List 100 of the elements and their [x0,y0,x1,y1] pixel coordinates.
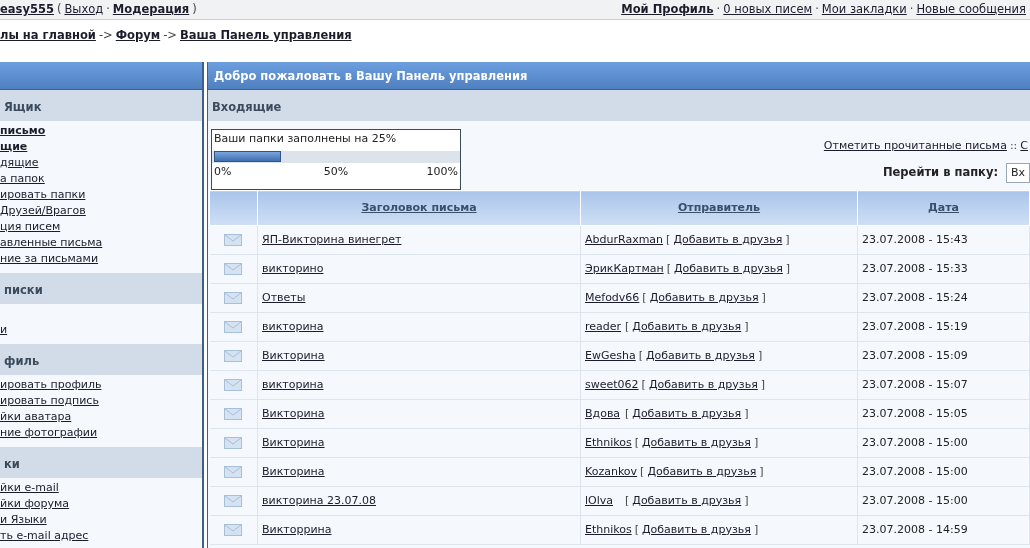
sidebar-link[interactable]: ировать профиль [0,377,202,393]
envelope-icon [224,349,243,362]
add-friend-link[interactable]: Добавить в друзья [647,464,757,478]
sidebar-link[interactable]: йки форума [0,496,202,512]
sidebar-link[interactable]: а папок [0,171,202,187]
sender-link[interactable]: reader [585,318,622,336]
sidebar-link[interactable]: ция писем [0,219,202,235]
message-date: 23.07.2008 - 15:05 [862,406,968,420]
bracket: [ [641,377,646,391]
sidebar-link[interactable]: йки e-mail [0,480,202,496]
add-friend-link[interactable]: Добавить в друзья [632,493,742,507]
message-title[interactable]: Викторина [262,464,325,478]
message-date: 23.07.2008 - 15:19 [862,319,968,333]
section-title: писки [0,273,202,304]
bracket: [ [625,493,630,507]
sidebar-link[interactable]: йки аватара [0,409,202,425]
sender-link[interactable]: Kozankov [585,463,638,481]
scale-label: 100% [425,163,459,180]
message-date: 23.07.2008 - 15:00 [862,464,968,478]
link[interactable]: Новые сообщения [916,1,1026,16]
bracket: ] [753,435,759,449]
bracket: ] [785,232,790,246]
sender-link[interactable]: Ethnikos [585,434,632,452]
message-title[interactable]: Викторина [262,348,325,362]
separator: · [106,1,110,16]
add-friend-link[interactable]: Добавить в друзья [642,435,751,449]
sidebar-link[interactable]: ировать подпись [0,393,202,409]
sidebar-link[interactable]: щие [0,139,202,155]
message-title[interactable]: викторино [262,261,324,275]
sender-link[interactable]: Вдова [585,405,622,423]
bracket: [ [666,261,671,275]
section-title: филь [0,344,202,375]
column-header[interactable]: Заголовок письма [361,200,477,214]
sidebar-link[interactable]: ние фотографии [0,425,202,441]
message-date: 23.07.2008 - 15:00 [862,493,968,507]
sidebar-link[interactable]: и [0,322,202,338]
link[interactable]: Мой Профиль [621,1,714,16]
bracket: ] [759,464,764,478]
column-header[interactable]: Дата [928,200,959,214]
message-title[interactable]: викторина 23.07.08 [262,493,376,507]
separator: · [716,1,721,16]
message-date: 23.07.2008 - 15:09 [862,348,968,362]
sender-link[interactable]: ЭрикКартман [585,260,664,278]
message-title[interactable]: Викторрина [262,522,332,536]
envelope-icon [224,233,243,246]
envelope-icon [224,262,243,275]
link[interactable]: easy555 [0,1,54,16]
envelope-icon [224,407,243,420]
message-title[interactable]: викторина [262,319,324,333]
add-friend-link[interactable]: Добавить в друзья [642,522,751,536]
add-friend-link[interactable]: Добавить в друзья [632,319,742,333]
link[interactable]: Мои закладки [821,1,907,16]
add-friend-link[interactable]: Добавить в друзья [673,261,783,275]
separator: · [815,1,819,16]
bracket: ] [744,319,749,333]
message-title[interactable]: викторина [262,377,324,391]
sender-link[interactable]: lOlva [585,492,622,510]
bracket: ] [744,406,749,420]
sidebar-link[interactable]: Друзей/Врагов [0,203,202,219]
scale-label: 0% [213,163,233,180]
message-date: 23.07.2008 - 15:24 [862,290,968,304]
link[interactable]: Форум [115,28,161,42]
link[interactable]: 0 новых писем [723,1,813,16]
sidebar-link[interactable]: и Языки [0,512,202,528]
link[interactable]: Выход [64,1,104,16]
add-friend-link[interactable]: Добавить в друзья [648,377,758,391]
message-title[interactable]: Викторина [262,406,325,420]
sender-link[interactable]: Mefodv66 [585,289,640,307]
sidebar-link[interactable]: авленные письма [0,235,202,251]
column-header[interactable]: Отправитель [677,200,761,214]
sidebar-link[interactable]: ть e-mail адрес [0,528,202,544]
link[interactable]: лы на главной [0,28,96,42]
folder-select[interactable]: Вх [1006,162,1030,183]
scale-label: 50% [322,163,350,180]
sidebar-link[interactable]: дящие [0,155,202,171]
bracket: [ [642,290,647,304]
link[interactable]: С [1020,139,1028,152]
sender-link[interactable]: EwGesha [585,347,636,365]
link[interactable]: Ваша Панель управления [179,28,352,42]
add-friend-link[interactable]: Добавить в друзья [649,290,759,304]
jump-label: Перейти в папку: [882,164,998,182]
message-title[interactable]: Ответы [262,290,306,304]
message-title[interactable]: Викторина [262,435,325,449]
add-friend-link[interactable]: Добавить в друзья [632,406,742,420]
sidebar-link[interactable]: письмо [0,123,202,139]
sidebar-link[interactable]: ние за письмами [0,251,202,267]
section-title: Ящик [0,90,202,121]
sender-link[interactable]: AbdurRaxman [585,231,664,249]
sender-link[interactable]: Ethnikos [585,521,632,539]
add-friend-link[interactable]: Добавить в друзья [646,348,755,362]
link[interactable]: Отметить прочитанные письма [823,139,1007,152]
message-title[interactable]: ЯП-Викторина винегрет [262,232,402,246]
sender-link[interactable]: sweet062 [585,376,639,394]
section-title: ки [0,447,202,478]
link[interactable]: Модерация [112,1,190,16]
add-friend-link[interactable]: Добавить в друзья [673,232,783,246]
bracket: ] [761,290,766,304]
bracket: ] [785,261,791,275]
sidebar-link[interactable]: ировать папки [0,187,202,203]
envelope-icon [224,465,243,478]
